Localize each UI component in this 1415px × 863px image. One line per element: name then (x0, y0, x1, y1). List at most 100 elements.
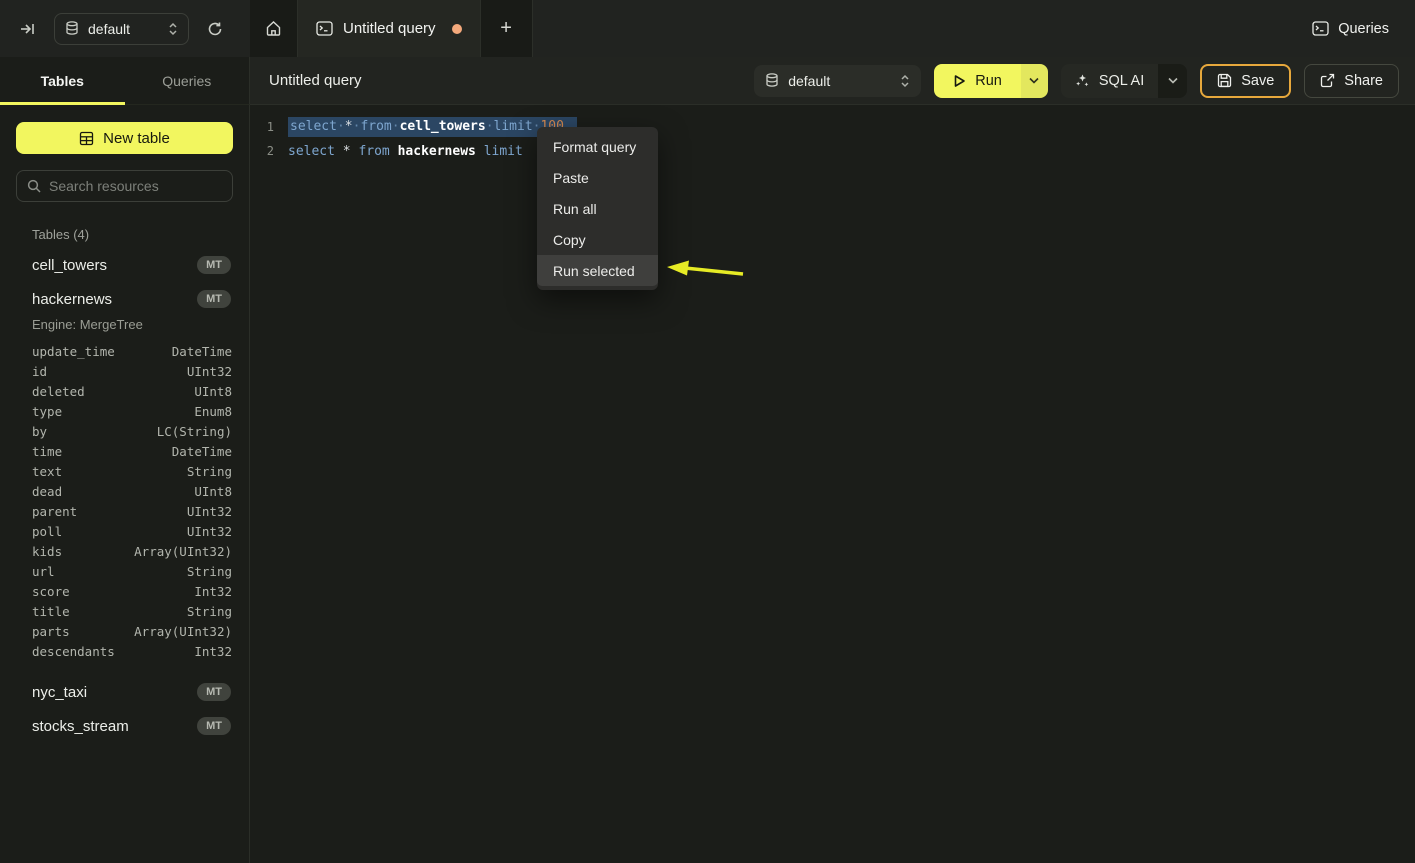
line-number: 1 (250, 120, 274, 134)
column-name: type (32, 404, 62, 419)
app-window: default (0, 0, 1415, 863)
table-icon (79, 131, 94, 146)
sql-token: * (343, 144, 351, 159)
unsaved-changes-dot (452, 24, 462, 34)
column-type: String (187, 464, 232, 479)
chevron-down-icon (1029, 77, 1039, 84)
column-row: descendantsInt32 (16, 641, 233, 661)
column-row: title String (16, 601, 233, 621)
column-type: Int32 (194, 584, 232, 599)
context-menu-item[interactable]: Paste (537, 162, 658, 193)
sql-token: from (360, 119, 391, 134)
refresh-button[interactable] (201, 15, 229, 43)
code-line[interactable]: 2select * from hackernews limit (250, 139, 1415, 163)
column-type: Array(UInt32) (134, 544, 232, 559)
table-row[interactable]: stocks_stream MT (16, 709, 233, 743)
sql-editor[interactable]: 1select·*·from·cell_towers·limit·100 2se… (250, 105, 1415, 863)
save-button[interactable]: Save (1200, 64, 1291, 98)
toolbar-database-select[interactable]: default (754, 65, 921, 97)
second-row: Tables Queries Untitled query default (0, 57, 1415, 105)
database-select[interactable]: default (54, 13, 189, 45)
column-type: Array(UInt32) (134, 624, 232, 639)
new-tab-button[interactable]: + (481, 0, 533, 57)
column-type: DateTime (172, 344, 232, 359)
collapse-sidebar-button[interactable] (14, 15, 42, 43)
column-name: score (32, 584, 70, 599)
save-button-label: Save (1241, 73, 1274, 89)
updown-chevrons-icon (900, 74, 910, 88)
table-row[interactable]: nyc_taxiMT (16, 675, 233, 709)
database-select-value: default (88, 21, 159, 37)
database-icon (765, 73, 779, 88)
engine-label: Engine: MergeTree (32, 317, 233, 332)
table-name: stocks_stream (32, 718, 129, 735)
engine-badge: MT (197, 717, 231, 735)
table-row[interactable]: hackernewsMT (16, 282, 233, 316)
query-toolbar: Untitled query default (250, 57, 1415, 105)
terminal-icon (1312, 21, 1329, 36)
column-type: DateTime (172, 444, 232, 459)
sql-ai-button[interactable]: SQL AI (1061, 64, 1158, 98)
sql-token: select (290, 119, 337, 134)
column-type: Int32 (194, 644, 232, 659)
annotation-arrow (663, 257, 749, 285)
database-icon (65, 21, 79, 36)
tab-label: Untitled query (343, 20, 436, 37)
run-split-button: Run (934, 64, 1048, 98)
sql-token: limit (494, 119, 533, 134)
top-bar-left: default (0, 0, 250, 57)
sql-ai-options-button[interactable] (1158, 64, 1187, 98)
sidebar-tab-queries[interactable]: Queries (125, 57, 250, 104)
context-menu-item[interactable]: Format query (537, 131, 658, 162)
new-table-button[interactable]: New table (16, 122, 233, 154)
column-type: UInt32 (187, 364, 232, 379)
code-line[interactable]: 1select·*·from·cell_towers·limit·100 (250, 115, 1415, 139)
sql-token: select (288, 144, 335, 159)
terminal-icon (316, 21, 333, 36)
whitespace-dot: · (392, 119, 400, 134)
column-name: title (32, 604, 70, 619)
column-type: UInt8 (194, 384, 232, 399)
chevron-down-icon (1168, 77, 1178, 84)
whitespace-dot: · (486, 119, 494, 134)
search-box (16, 170, 233, 202)
home-icon (265, 20, 282, 37)
whitespace-dot: · (337, 119, 345, 134)
column-type: UInt8 (194, 484, 232, 499)
run-options-button[interactable] (1021, 64, 1048, 98)
column-type: String (187, 604, 232, 619)
column-row: kidsArray(UInt32) (16, 541, 233, 561)
run-button[interactable]: Run (934, 64, 1021, 98)
context-menu-item[interactable]: Run selected (537, 255, 658, 286)
column-name: by (32, 424, 47, 439)
engine-badge: MT (197, 290, 231, 308)
tab-untitled-query[interactable]: Untitled query (298, 0, 481, 57)
share-button[interactable]: Share (1304, 64, 1399, 98)
context-menu-item[interactable]: Copy (537, 224, 658, 255)
column-name: poll (32, 524, 62, 539)
query-title: Untitled query (269, 72, 362, 89)
column-name: dead (32, 484, 62, 499)
column-name: url (32, 564, 55, 579)
table-row[interactable]: cell_towersMT (16, 248, 233, 282)
tab-strip: Untitled query + (250, 0, 533, 57)
queries-button-label: Queries (1338, 21, 1389, 37)
run-button-label: Run (975, 73, 1002, 89)
column-row: dead UInt8 (16, 481, 233, 501)
queries-button[interactable]: Queries (1312, 21, 1389, 37)
search-input[interactable] (49, 178, 230, 194)
updown-chevrons-icon (168, 22, 178, 36)
search-icon (27, 179, 41, 193)
top-bar-right: Queries (533, 0, 1415, 57)
sidebar-tab-bar: Tables Queries (0, 57, 250, 105)
tables-section-label: Tables (4) (32, 227, 233, 242)
tab-home[interactable] (250, 0, 298, 57)
column-name: time (32, 444, 62, 459)
collapse-sidebar-icon (20, 21, 36, 37)
column-row: parentUInt32 (16, 501, 233, 521)
column-type: String (187, 564, 232, 579)
share-icon (1320, 73, 1335, 88)
sidebar-tab-tables[interactable]: Tables (0, 57, 125, 104)
context-menu: Format queryPasteRun allCopyRun selected (537, 127, 658, 290)
context-menu-item[interactable]: Run all (537, 193, 658, 224)
